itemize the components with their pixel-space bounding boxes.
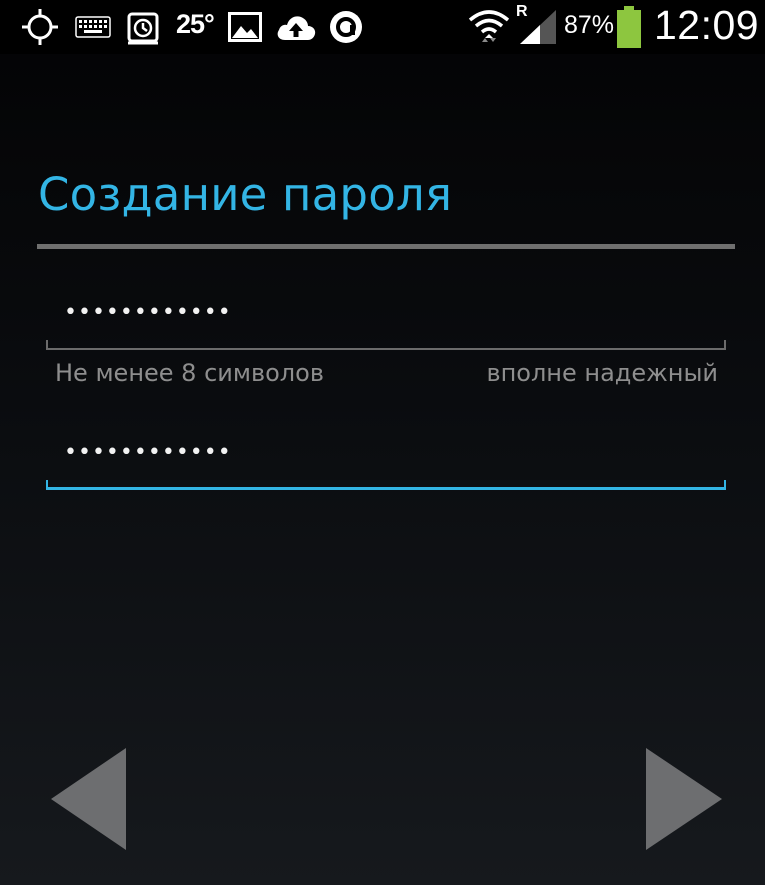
back-button[interactable] [48, 746, 128, 852]
next-button[interactable] [644, 746, 724, 852]
gps-icon [18, 8, 62, 46]
confirm-password-value: •••••••••••• [64, 440, 232, 465]
weather-temperature: 25° [176, 9, 215, 39]
arrow-left-icon [51, 748, 126, 850]
battery-icon [614, 5, 644, 49]
password-value: •••••••••••• [64, 300, 232, 325]
page-title: Создание пароля [38, 168, 453, 221]
arrow-right-icon [646, 748, 722, 850]
cloud-upload-icon [274, 8, 318, 46]
confirm-password-input-underline [46, 480, 726, 490]
alarm-icon [124, 8, 162, 46]
wifi-icon [468, 8, 510, 46]
password-input-underline [46, 340, 726, 350]
keyboard-icon [73, 8, 113, 46]
confirm-password-input[interactable]: •••••••••••• [46, 420, 726, 490]
app-circle-icon [327, 8, 365, 46]
battery-percent: 87% [564, 11, 615, 39]
min-length-hint: Не менее 8 символов [55, 359, 324, 387]
status-clock: 12:09 [654, 2, 760, 48]
title-divider [37, 244, 735, 249]
password-strength-label: вполне надежный [486, 359, 718, 387]
password-setup-screen: 25° R 87% 12:09 Создание пароля ••••••••… [0, 0, 765, 885]
image-icon [226, 8, 264, 46]
password-input[interactable]: •••••••••••• [46, 280, 726, 350]
status-bar: 25° R 87% 12:09 [0, 0, 765, 54]
signal-icon [518, 8, 558, 46]
password-hint-row: Не менее 8 символов вполне надежный [55, 359, 718, 387]
